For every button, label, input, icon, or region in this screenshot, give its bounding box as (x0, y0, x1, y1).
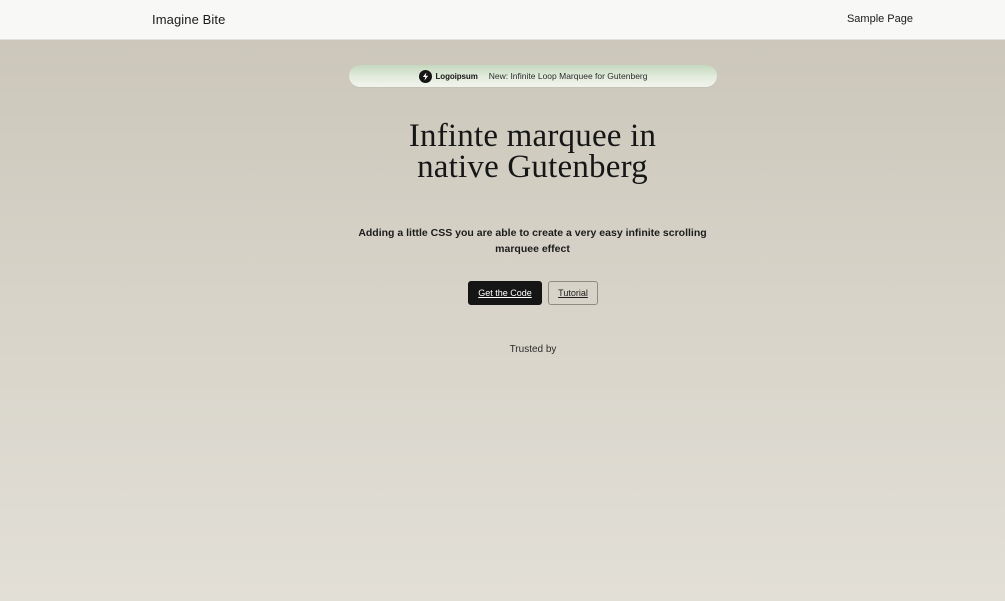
hero-title-line-2: native Gutenberg (417, 149, 648, 185)
site-title[interactable]: Imagine Bite (152, 12, 225, 27)
nav-link-sample-page[interactable]: Sample Page (847, 13, 913, 25)
lightning-bolt-icon (418, 69, 432, 83)
announcement-banner[interactable]: Logoipsum New: Infinite Loop Marquee for… (349, 65, 717, 87)
hero-subtitle: Adding a little CSS you are able to crea… (358, 227, 707, 255)
hero-title: Infinte marquee in native Gutenberg (302, 120, 763, 185)
logo-text: Logoipsum (435, 71, 478, 81)
get-the-code-button[interactable]: Get the Code (468, 281, 542, 305)
site-header: Imagine Bite Sample Page (0, 0, 1005, 40)
tutorial-button[interactable]: Tutorial (548, 281, 598, 305)
trusted-by-label: Trusted by (509, 344, 557, 355)
announcement-text: New: Infinite Loop Marquee for Gutenberg (488, 71, 648, 81)
